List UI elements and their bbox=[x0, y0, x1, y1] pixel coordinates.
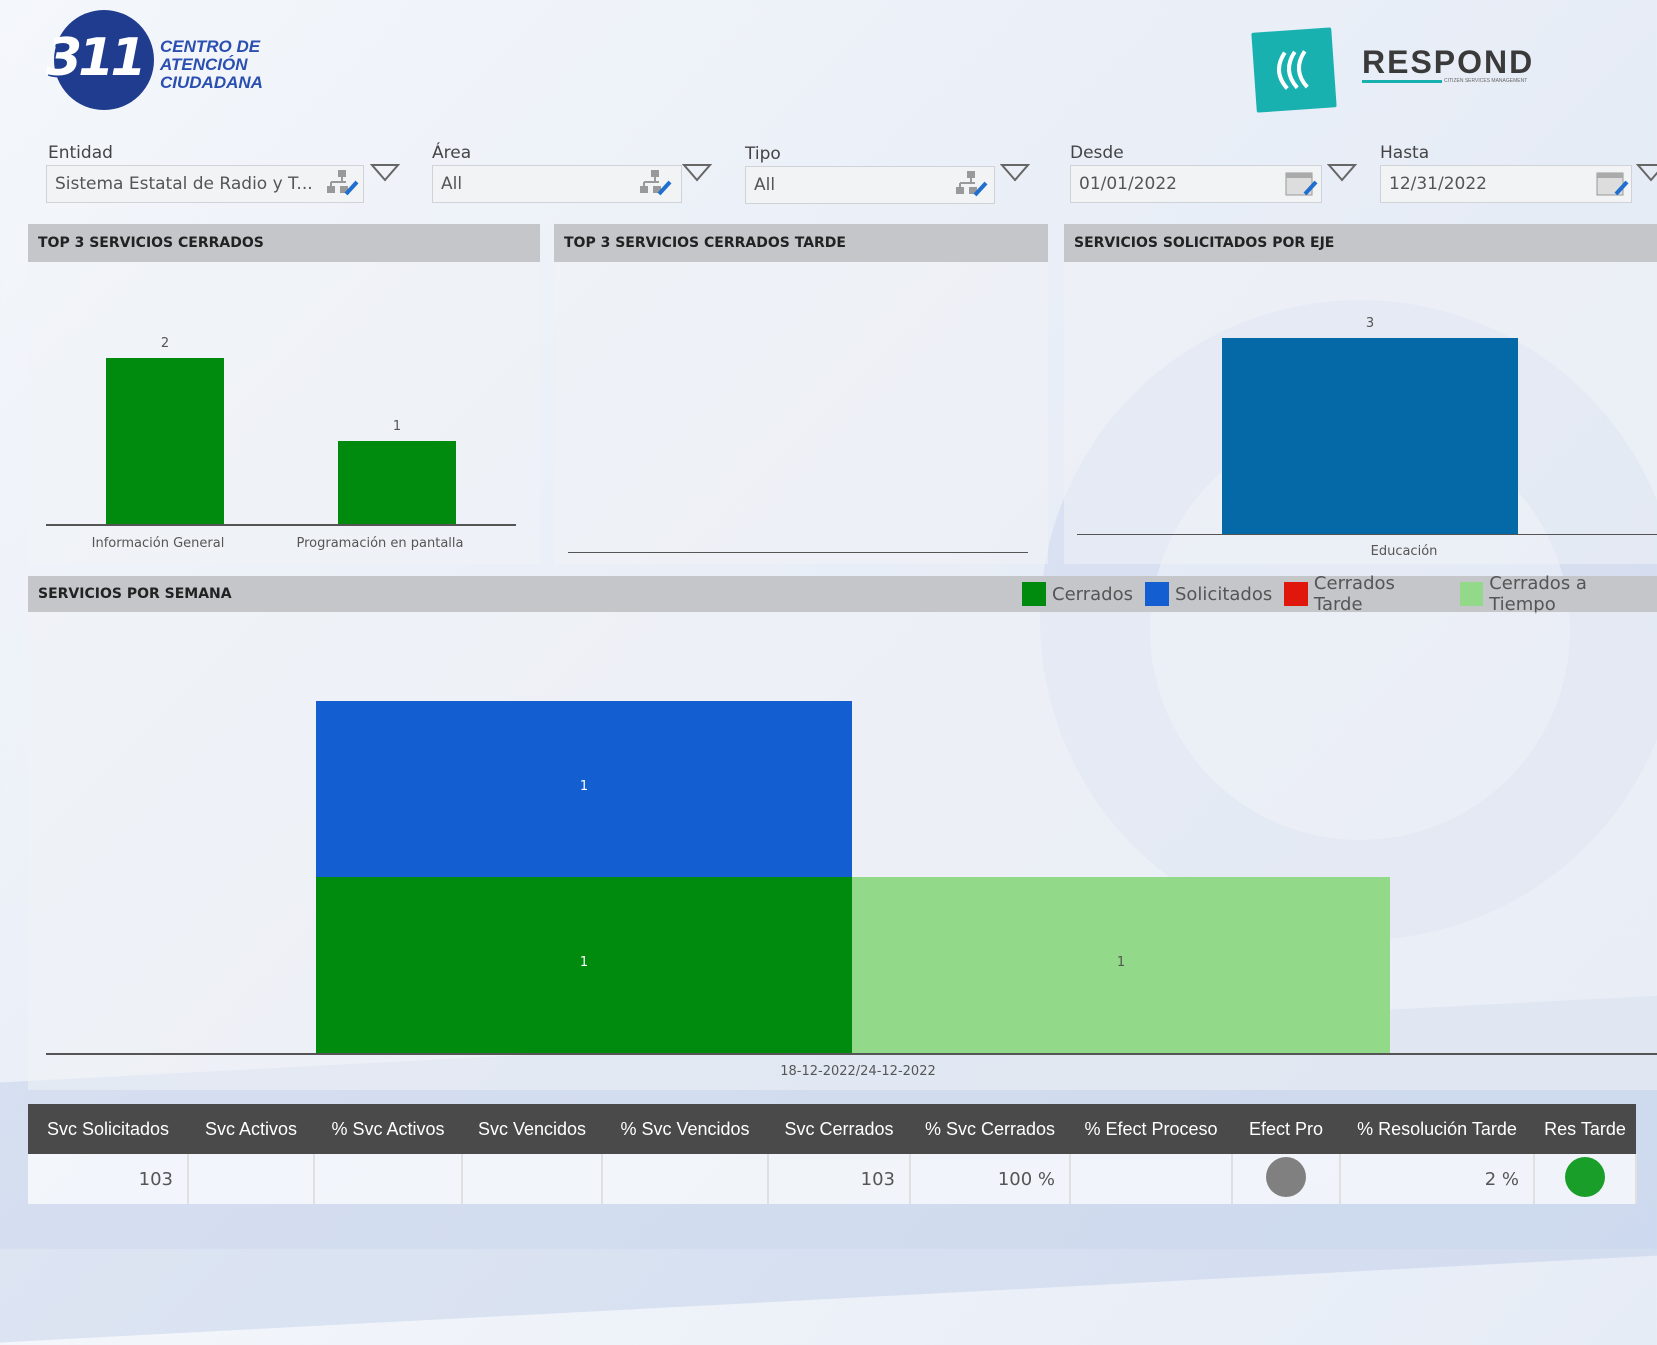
entidad-label: Entidad bbox=[48, 143, 113, 163]
table-cell bbox=[1232, 1154, 1341, 1204]
column-header[interactable]: % Resolución Tarde bbox=[1340, 1104, 1534, 1154]
column-header[interactable]: % Svc Activos bbox=[314, 1104, 462, 1154]
legend: Cerrados Solicitados Cerrados Tarde Cerr… bbox=[1010, 573, 1657, 615]
por-eje-chart: 3 Educación bbox=[1064, 262, 1657, 564]
top3-cerrados-header: TOP 3 SERVICIOS CERRADOS bbox=[28, 224, 540, 262]
logo-311: 311 bbox=[46, 10, 156, 120]
x-axis bbox=[46, 524, 516, 526]
data-label: 1 bbox=[392, 419, 402, 434]
respond-logo-underline bbox=[1362, 80, 1442, 83]
column-header[interactable]: Svc Activos bbox=[188, 1104, 314, 1154]
top3-cerrados-chart: 2 1 Información General Programación en … bbox=[28, 262, 540, 564]
column-header[interactable]: Efect Pro bbox=[1232, 1104, 1340, 1154]
hierarchy-icon[interactable] bbox=[637, 168, 673, 198]
legend-item: Solicitados bbox=[1144, 582, 1272, 606]
legend-swatch bbox=[1022, 582, 1046, 606]
kpi-table: Svc Solicitados Svc Activos % Svc Activo… bbox=[28, 1104, 1637, 1204]
table-header-row: Svc Solicitados Svc Activos % Svc Activo… bbox=[28, 1104, 1636, 1154]
table-cell bbox=[188, 1154, 315, 1204]
data-label: 3 bbox=[1365, 316, 1375, 331]
logo-text: CENTRO DE ATENCIÓN CIUDADANA bbox=[160, 37, 263, 92]
data-label: 1 bbox=[579, 779, 589, 794]
data-label: 2 bbox=[160, 336, 170, 351]
column-header[interactable]: % Svc Cerrados bbox=[910, 1104, 1070, 1154]
table-cell bbox=[314, 1154, 463, 1204]
legend-item: Cerrados Tarde bbox=[1284, 573, 1447, 615]
tipo-label: Tipo bbox=[745, 144, 781, 164]
column-header[interactable]: Svc Vencidos bbox=[462, 1104, 602, 1154]
legend-swatch bbox=[1144, 582, 1169, 606]
filter-icon[interactable] bbox=[1636, 162, 1657, 184]
filter-icon[interactable] bbox=[1327, 162, 1357, 184]
hierarchy-icon[interactable] bbox=[953, 169, 989, 199]
column-header[interactable]: Res Tarde bbox=[1534, 1104, 1636, 1154]
respond-logo-icon bbox=[1251, 27, 1337, 113]
x-axis bbox=[568, 552, 1028, 553]
table-cell bbox=[602, 1154, 769, 1204]
column-header[interactable]: % Efect Proceso bbox=[1070, 1104, 1232, 1154]
entidad-select[interactable]: Sistema Estatal de Radio y T... bbox=[46, 165, 364, 203]
respond-logo-subtitle: CITIZEN SERVICES MANAGEMENT bbox=[1444, 78, 1528, 84]
por-semana-chart: 1 1 1 18-12-2022/24-12-2022 bbox=[28, 612, 1657, 1090]
por-eje-header: SERVICIOS SOLICITADOS POR EJE bbox=[1064, 224, 1657, 262]
table-cell bbox=[462, 1154, 603, 1204]
desde-label: Desde bbox=[1070, 143, 1124, 163]
x-axis bbox=[46, 1053, 1657, 1055]
table-row: 103 103 100 % 2 % bbox=[28, 1154, 1637, 1204]
status-indicator bbox=[1266, 1156, 1306, 1197]
status-indicator bbox=[1565, 1156, 1605, 1197]
respond-logo-text: RESPOND bbox=[1362, 44, 1535, 80]
column-header[interactable]: Svc Cerrados bbox=[768, 1104, 910, 1154]
category-label: Programación en pantalla bbox=[296, 536, 464, 551]
column-header[interactable]: % Svc Vencidos bbox=[602, 1104, 768, 1154]
bar bbox=[338, 441, 456, 524]
category-label: 18-12-2022/24-12-2022 bbox=[780, 1064, 936, 1079]
filter-icon[interactable] bbox=[682, 162, 712, 184]
top3-tarde-chart bbox=[554, 262, 1048, 564]
table-cell: 103 bbox=[768, 1154, 911, 1204]
por-semana-title: SERVICIOS POR SEMANA bbox=[38, 586, 232, 602]
area-label: Área bbox=[432, 143, 472, 163]
bar bbox=[106, 358, 224, 524]
hierarchy-icon[interactable] bbox=[324, 168, 360, 198]
table-cell: 2 % bbox=[1340, 1154, 1535, 1204]
category-label: Información General bbox=[91, 536, 225, 551]
category-label: Educación bbox=[1370, 544, 1438, 559]
legend-swatch bbox=[1284, 582, 1308, 606]
table-cell: 100 % bbox=[910, 1154, 1071, 1204]
calendar-icon[interactable] bbox=[1594, 168, 1630, 198]
calendar-icon[interactable] bbox=[1283, 168, 1319, 198]
legend-swatch bbox=[1459, 582, 1484, 606]
data-label: 1 bbox=[579, 955, 589, 970]
table-cell bbox=[1070, 1154, 1233, 1204]
data-label: 1 bbox=[1116, 955, 1126, 970]
column-header[interactable]: Svc Solicitados bbox=[28, 1104, 188, 1154]
filter-icon[interactable] bbox=[1000, 162, 1030, 184]
table-cell bbox=[1534, 1154, 1637, 1204]
x-axis bbox=[1077, 534, 1657, 535]
filter-icon[interactable] bbox=[370, 162, 400, 184]
bar bbox=[1222, 338, 1518, 534]
legend-item: Cerrados bbox=[1022, 582, 1133, 606]
table-cell: 103 bbox=[28, 1154, 189, 1204]
top3-tarde-header: TOP 3 SERVICIOS CERRADOS TARDE bbox=[554, 224, 1048, 262]
legend-item: Cerrados a Tiempo bbox=[1459, 573, 1657, 615]
hasta-label: Hasta bbox=[1380, 143, 1430, 163]
